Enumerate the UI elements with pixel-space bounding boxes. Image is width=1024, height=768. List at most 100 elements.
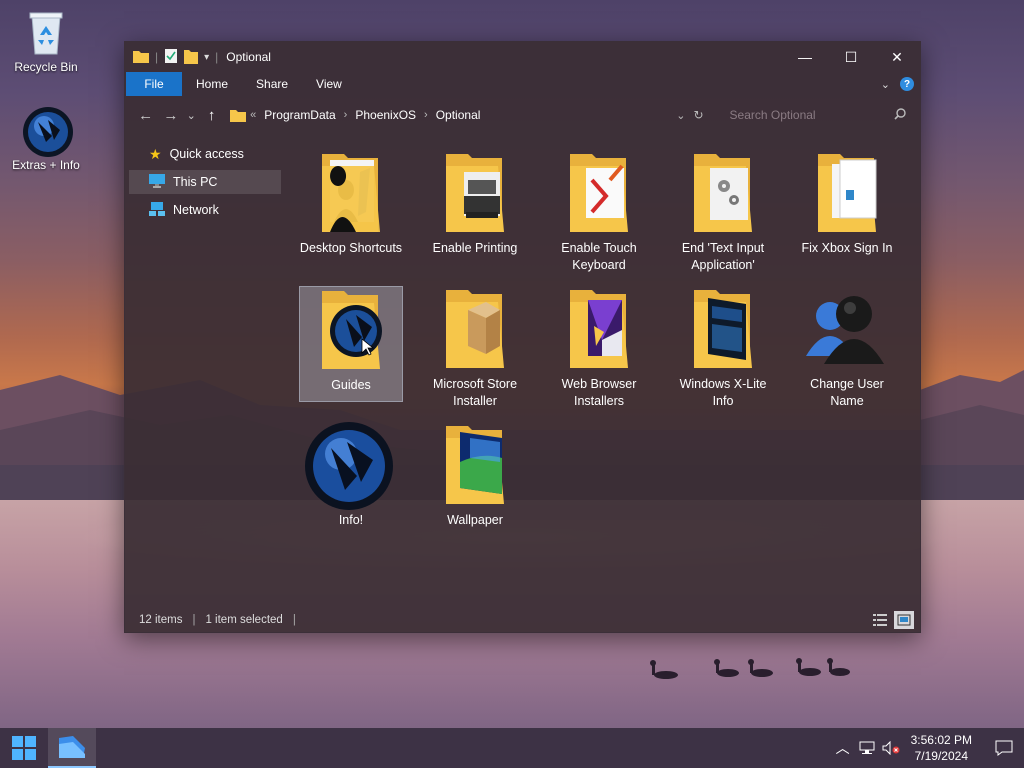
back-button[interactable]: ←: [133, 102, 158, 128]
maximize-button[interactable]: ☐: [828, 42, 874, 72]
file-item-label: Guides: [331, 378, 371, 392]
customize-toolbar-icon[interactable]: ▾: [204, 52, 209, 63]
breadcrumb-item[interactable]: Optional: [436, 108, 481, 122]
file-item-label: Desktop Shortcuts: [299, 241, 403, 255]
expand-ribbon-icon[interactable]: ⌄: [881, 78, 890, 91]
taskbar: ︿ 3:56:02 PM 7/19/2024: [0, 728, 1024, 768]
close-button[interactable]: ✕: [874, 42, 920, 72]
address-actions: ⌄ ↻: [676, 108, 703, 122]
file-item[interactable]: Fix Xbox Sign In: [795, 150, 899, 266]
tab-file[interactable]: File: [126, 72, 182, 96]
folder-settings-icon: [688, 150, 758, 236]
volume-muted-icon[interactable]: [879, 741, 903, 755]
file-item[interactable]: Web Browser Installers: [547, 286, 651, 408]
file-item-label: Enable Touch Keyboard: [561, 241, 637, 272]
breadcrumb-item[interactable]: ProgramData: [264, 108, 335, 122]
nav-item-quick-access[interactable]: ★ Quick access: [129, 142, 285, 166]
clock-date: 7/19/2024: [914, 749, 968, 763]
desktop-icon-recycle-bin[interactable]: Recycle Bin: [6, 8, 86, 74]
nav-item-label: Quick access: [169, 147, 244, 161]
status-divider: |: [292, 614, 296, 626]
file-item[interactable]: Info!: [299, 422, 403, 538]
folder-shortcuts-icon: [316, 150, 386, 236]
phoenix-orb-icon: [301, 422, 401, 510]
desktop-icon-label: Extras + Info: [12, 158, 80, 172]
file-item-label: Enable Printing: [432, 241, 518, 255]
start-button[interactable]: [0, 728, 48, 768]
refresh-icon[interactable]: ↻: [693, 108, 703, 122]
minimize-button[interactable]: —: [782, 42, 828, 72]
ribbon-tabs: File Home Share View ⌄ ?: [125, 72, 920, 96]
new-folder-icon[interactable]: [184, 48, 199, 67]
file-item[interactable]: End 'Text Input Application': [671, 150, 775, 272]
notification-center-icon[interactable]: [984, 740, 1024, 756]
file-item[interactable]: Wallpaper: [423, 422, 527, 538]
navigation-pane: ★ Quick access This PC Network: [125, 134, 285, 608]
file-item[interactable]: Enable Printing: [423, 150, 527, 266]
selection-count: 1 item selected: [205, 614, 283, 626]
nav-item-label: This PC: [173, 175, 218, 189]
file-item-label: Change User Name: [810, 377, 884, 408]
folder-icon: [230, 110, 247, 122]
file-item[interactable]: Microsoft Store Installer: [423, 286, 527, 408]
tab-home[interactable]: Home: [182, 72, 242, 96]
tab-share[interactable]: Share: [242, 72, 302, 96]
folder-orb-icon: [316, 287, 386, 373]
search-input[interactable]: [729, 108, 890, 122]
breadcrumb[interactable]: « ProgramData › PhoenixOS › Optional: [230, 102, 676, 128]
item-count: 12 items: [139, 614, 183, 626]
status-bar: 12 items | 1 item selected |: [125, 608, 920, 632]
breadcrumb-overflow-icon[interactable]: «: [250, 109, 256, 121]
search-box[interactable]: [718, 102, 912, 128]
star-icon: ★: [149, 145, 162, 162]
help-icon[interactable]: ?: [900, 77, 914, 91]
phoenix-orb-icon: [22, 106, 73, 157]
recycle-bin-icon: [22, 8, 70, 56]
file-item[interactable]: Enable Touch Keyboard: [547, 150, 651, 272]
desktop-icon-extras-info[interactable]: Extras + Info: [6, 106, 86, 172]
file-item[interactable]: Guides: [299, 286, 403, 402]
network-status-icon[interactable]: [855, 741, 879, 755]
up-button[interactable]: ↑: [199, 102, 224, 128]
file-item-label: Info!: [338, 513, 364, 527]
explorer-body: ★ Quick access This PC Network Desktop S…: [125, 134, 920, 608]
file-item[interactable]: Change User Name: [795, 286, 899, 408]
file-item-label: Wallpaper: [447, 513, 503, 527]
chevron-up-icon[interactable]: ︿: [831, 738, 855, 758]
system-tray: ︿ 3:56:02 PM 7/19/2024: [831, 728, 1024, 768]
nav-item-label: Network: [173, 203, 219, 217]
folder-info-icon: [688, 286, 758, 372]
windows-logo-icon: [12, 736, 36, 760]
clock[interactable]: 3:56:02 PM 7/19/2024: [911, 732, 972, 764]
folder-icon[interactable]: [133, 49, 149, 66]
breadcrumb-item[interactable]: PhoenixOS: [355, 108, 416, 122]
file-explorer-window: | ▾ | Optional — ☐ ✕ File Home Share Vie…: [124, 41, 921, 633]
file-item-label: Web Browser Installers: [561, 377, 637, 408]
users-icon: [806, 286, 884, 372]
nav-item-this-pc[interactable]: This PC: [129, 170, 281, 194]
file-item[interactable]: Windows X-Lite Info: [671, 286, 775, 408]
monitor-icon: [149, 173, 165, 191]
forward-button[interactable]: →: [158, 102, 183, 128]
large-icons-view-icon[interactable]: [894, 611, 914, 629]
taskbar-file-explorer[interactable]: [48, 728, 96, 768]
file-item-label: End 'Text Input Application': [681, 241, 765, 272]
tab-view[interactable]: View: [302, 72, 356, 96]
search-icon[interactable]: [894, 107, 906, 123]
folder-box-icon: [440, 286, 510, 372]
folder-keyboard-icon: [564, 150, 634, 236]
nav-item-network[interactable]: Network: [129, 198, 285, 222]
toolbar-divider: |: [215, 50, 219, 64]
address-bar-row: ← → ⌄ ↑ « ProgramData › PhoenixOS › Opti…: [125, 96, 920, 134]
file-item[interactable]: Desktop Shortcuts: [299, 150, 403, 266]
folder-browser-icon: [564, 286, 634, 372]
address-dropdown-icon[interactable]: ⌄: [676, 109, 685, 122]
geese-silhouettes: [650, 658, 850, 679]
file-list: Desktop Shortcuts Enable Printing Enable…: [285, 134, 920, 608]
properties-icon[interactable]: [164, 48, 178, 67]
window-title: Optional: [226, 50, 271, 64]
details-view-icon[interactable]: [870, 611, 890, 629]
file-item-label: Fix Xbox Sign In: [801, 241, 893, 255]
recent-locations-icon[interactable]: ⌄: [183, 102, 199, 128]
view-toggle: [870, 611, 920, 629]
